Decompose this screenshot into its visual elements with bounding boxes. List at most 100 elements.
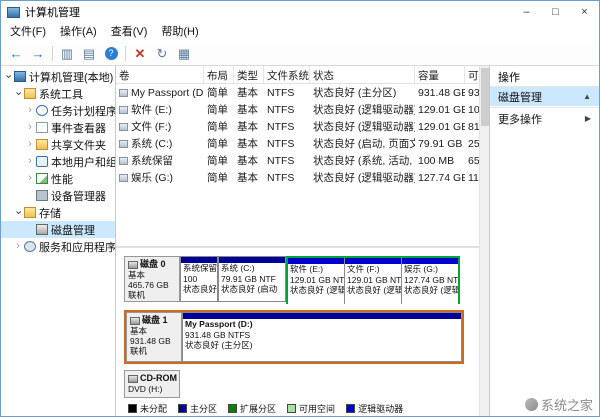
tree-item-performance[interactable]: 性能: [1, 170, 115, 187]
minimize-button[interactable]: –: [512, 1, 541, 23]
tree-item-computer-management[interactable]: 计算机管理(本地): [1, 68, 115, 85]
console-tree-icon[interactable]: ▥: [57, 44, 77, 64]
volume-layout: 简单: [207, 104, 228, 116]
back-icon[interactable]: ←: [6, 44, 26, 64]
volume-row-entertainment-g[interactable]: 娱乐 (G:) 简单 基本 NTFS 状态良好 (逻辑驱动器) 127.74 G…: [116, 169, 479, 186]
volume-row-system-reserved[interactable]: 系统保留 简单 基本 NTFS 状态良好 (系统, 活动, 主分区) 100 M…: [116, 152, 479, 169]
legend-label: 逻辑驱动器: [358, 403, 404, 414]
partition-legend: 未分配 主分区 扩展分区 可用空间 逻辑驱动器: [124, 400, 471, 416]
volume-icon: [119, 123, 128, 132]
column-header-free-space[interactable]: 可用空间: [465, 66, 479, 83]
vertical-scrollbar[interactable]: [479, 66, 489, 416]
tree-item-device-manager[interactable]: 设备管理器: [1, 187, 115, 204]
chevron-expanded-icon[interactable]: [11, 208, 26, 218]
cdrom-0-header[interactable]: CD-ROM 0 DVD (H:): [124, 370, 180, 398]
tree-item-shared-folders[interactable]: 共享文件夹: [1, 136, 115, 153]
disk-status: 联机: [128, 290, 146, 300]
disk-size: 931.48 GB: [130, 336, 171, 346]
extended-partition-outline: 软件 (E:) 129.01 GB NT 状态良好 (逻辑 文件 (F:) 12…: [286, 256, 460, 304]
volume-name-cell: 系统 (C:): [116, 136, 204, 151]
disk-name: CD-ROM 0: [140, 373, 179, 383]
tree-item-system-tools[interactable]: 系统工具: [1, 85, 115, 102]
volume-name-cell: My Passport (D:): [116, 87, 204, 99]
volume-filesystem: NTFS: [267, 154, 295, 167]
tree-item-task-scheduler[interactable]: 任务计划程序: [1, 102, 115, 119]
action-more-actions[interactable]: 更多操作 ▶: [490, 109, 599, 128]
chevron-collapsed-icon[interactable]: [13, 239, 23, 254]
volume-layout: 简单: [207, 155, 228, 167]
maximize-button[interactable]: □: [541, 1, 570, 23]
menu-view[interactable]: 查看(V): [104, 23, 155, 42]
chevron-collapsed-icon[interactable]: [25, 137, 35, 152]
partition-entertainment-g[interactable]: 娱乐 (G:) 127.74 GB NTI 状态良好 (逻辑: [402, 258, 458, 304]
delete-icon[interactable]: ✕: [130, 44, 150, 64]
partition-system-reserved[interactable]: 系统保留 100 状态良好 (: [180, 256, 218, 302]
properties-icon[interactable]: ▤: [79, 44, 99, 64]
close-button[interactable]: ×: [570, 1, 599, 23]
menu-action[interactable]: 操作(A): [53, 23, 104, 42]
toolbar-separator: [125, 46, 126, 61]
partition-files-f[interactable]: 文件 (F:) 129.01 GB NT 状态良好 (逻辑: [345, 258, 402, 304]
volume-capacity: 129.01 GB: [418, 103, 465, 116]
partition-size: 79.91 GB NTF: [221, 273, 276, 284]
chevron-collapsed-icon[interactable]: [25, 171, 35, 186]
refresh-icon[interactable]: ↻: [152, 44, 172, 64]
legend-color-swatch: [228, 403, 238, 413]
tree-item-label: 任务计划程序: [51, 105, 115, 118]
tree-item-label: 存储: [39, 207, 61, 220]
partition-my-passport-d[interactable]: My Passport (D:) 931.48 GB NTFS 状态良好 (主分…: [182, 312, 462, 362]
volume-capacity: 127.74 GB: [418, 171, 465, 184]
volume-filesystem: NTFS: [267, 103, 295, 116]
column-header-filesystem[interactable]: 文件系统: [264, 66, 310, 83]
graphical-disk-view: 磁盘 0 基本 465.76 GB 联机 系统保留 100 状态良好 ( 系统 …: [116, 248, 479, 416]
action-label: 磁盘管理: [498, 91, 542, 104]
disk-status: 联机: [130, 346, 148, 356]
volume-name-cell: 文件 (F:): [116, 119, 204, 134]
tree-item-event-viewer[interactable]: 事件查看器: [1, 119, 115, 136]
disk-type: DVD (H:): [128, 384, 163, 394]
column-header-layout[interactable]: 布局: [204, 66, 234, 83]
column-header-volume[interactable]: 卷: [116, 66, 204, 83]
volume-row-system-c[interactable]: 系统 (C:) 简单 基本 NTFS 状态良好 (启动, 页面文件, 故障转储,…: [116, 135, 479, 152]
tree-item-local-users-groups[interactable]: 本地用户和组: [1, 153, 115, 170]
volume-row-files-f[interactable]: 文件 (F:) 简单 基本 NTFS 状态良好 (逻辑驱动器) 129.01 G…: [116, 118, 479, 135]
volume-icon: [119, 174, 128, 183]
legend-label: 主分区: [190, 403, 218, 414]
menu-help[interactable]: 帮助(H): [154, 23, 205, 42]
menu-file[interactable]: 文件(F): [3, 23, 53, 42]
column-header-capacity[interactable]: 容量: [415, 66, 465, 83]
tree-item-storage[interactable]: 存储: [1, 204, 115, 221]
toolbar: ← → ▥ ▤ ? ✕ ↻ ▦: [1, 42, 599, 66]
volume-status: 状态良好 (逻辑驱动器): [313, 172, 415, 184]
column-header-status[interactable]: 状态: [310, 66, 415, 83]
volume-row-my-passport[interactable]: My Passport (D:) 简单 基本 NTFS 状态良好 (主分区) 9…: [116, 84, 479, 101]
chevron-collapsed-icon[interactable]: [25, 154, 35, 169]
volume-filesystem: NTFS: [267, 171, 295, 184]
tree-item-services-applications[interactable]: 服务和应用程序: [1, 238, 115, 255]
volume-icon: [119, 106, 128, 115]
disk-0-header[interactable]: 磁盘 0 基本 465.76 GB 联机: [124, 256, 180, 302]
tree-item-disk-management[interactable]: 磁盘管理: [1, 221, 115, 238]
partition-software-e[interactable]: 软件 (E:) 129.01 GB NT 状态良好 (逻辑: [288, 258, 345, 304]
disk-1-header[interactable]: 磁盘 1 基本 931.48 GB 联机: [126, 312, 182, 362]
help-icon[interactable]: ?: [101, 44, 121, 64]
storage-icon: [24, 207, 36, 218]
partition-system-c[interactable]: 系统 (C:) 79.91 GB NTF 状态良好 (启动: [218, 256, 286, 302]
partition-status: 状态良好 (逻辑: [404, 285, 458, 295]
chevron-expanded-icon[interactable]: [11, 89, 26, 99]
disk-icon: [130, 316, 140, 325]
chevron-expanded-icon[interactable]: [1, 72, 16, 82]
title-bar[interactable]: 计算机管理 – □ ×: [1, 1, 599, 23]
action-disk-management[interactable]: 磁盘管理 ▲: [490, 87, 599, 106]
chevron-collapsed-icon[interactable]: [25, 120, 35, 135]
submenu-arrow-icon[interactable]: ▶: [585, 114, 591, 123]
volume-row-software-e[interactable]: 软件 (E:) 简单 基本 NTFS 状态良好 (逻辑驱动器) 129.01 G…: [116, 101, 479, 118]
chevron-collapsed-icon[interactable]: [25, 103, 35, 118]
partition-status: 状态良好 (主分区): [185, 340, 253, 350]
collapse-arrow-icon[interactable]: ▲: [583, 92, 591, 101]
forward-icon[interactable]: →: [28, 44, 48, 64]
volume-filesystem: NTFS: [267, 86, 295, 99]
scrollbar-thumb[interactable]: [481, 68, 489, 126]
column-header-type[interactable]: 类型: [234, 66, 264, 83]
rescan-disks-icon[interactable]: ▦: [174, 44, 194, 64]
